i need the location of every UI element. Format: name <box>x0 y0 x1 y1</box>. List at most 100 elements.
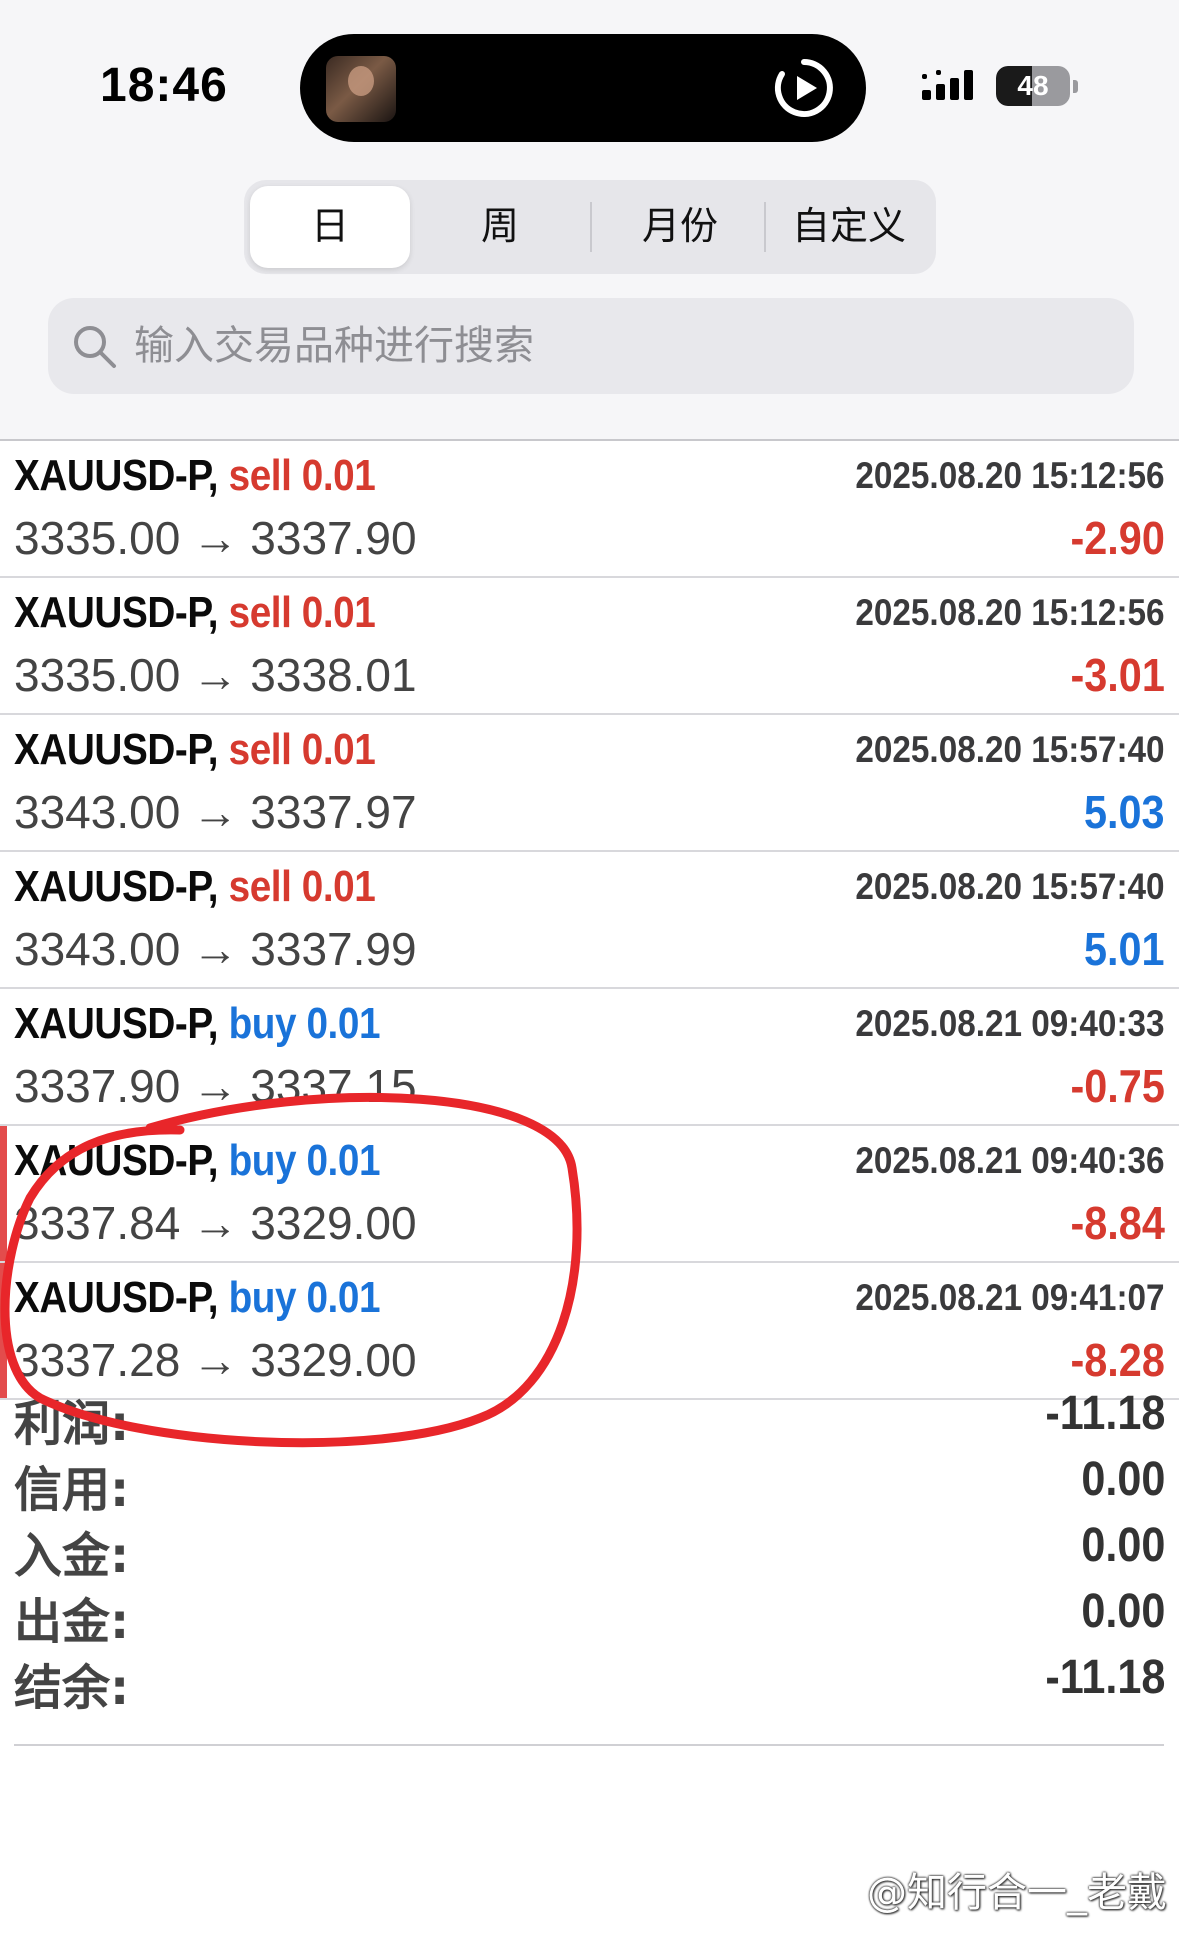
search-bar[interactable] <box>48 298 1134 394</box>
trade-time: 2025.08.20 15:12:56 <box>855 455 1165 496</box>
side-text: sell <box>228 451 292 500</box>
summary-row-balance: 结余: -11.18 <box>0 1644 1179 1716</box>
trade-symbol: XAUUSD-P, sell 0.01 <box>14 725 376 775</box>
trade-prices: 3337.84 → 3329.00 <box>14 1196 417 1250</box>
trade-side: sell 0.01 <box>229 725 376 774</box>
volume-text: 0.01 <box>306 1136 381 1185</box>
side-text: buy <box>228 1273 297 1322</box>
symbol-text: XAUUSD-P, <box>14 451 219 500</box>
trade-profit: -3.01 <box>1070 649 1165 701</box>
credit-label: 信用: <box>14 1462 130 1518</box>
volume-text: 0.01 <box>301 588 376 637</box>
side-text: sell <box>228 725 292 774</box>
trade-time: 2025.08.21 09:40:36 <box>855 1140 1165 1181</box>
battery-icon: 48 <box>996 66 1070 106</box>
trade-prices: 3343.00 → 3337.97 <box>14 785 417 839</box>
trade-profit: -8.28 <box>1070 1334 1165 1386</box>
close-price: 3337.15 <box>250 1060 417 1112</box>
trade-time: 2025.08.21 09:41:07 <box>855 1277 1165 1318</box>
symbol-text: XAUUSD-P, <box>14 862 219 911</box>
trade-side: buy 0.01 <box>228 1273 381 1322</box>
trade-profit: -0.75 <box>1070 1060 1165 1112</box>
media-thumbnail[interactable] <box>326 56 396 122</box>
open-price: 3343.00 <box>14 923 181 975</box>
trade-profit: 5.01 <box>1084 923 1165 975</box>
trade-time: 2025.08.20 15:12:56 <box>855 592 1165 633</box>
trade-row[interactable]: XAUUSD-P, sell 0.01 3335.00 → 3338.01 2025.08… <box>0 578 1179 715</box>
summary-row-withdrawal: 出金: 0.00 <box>0 1578 1179 1650</box>
open-price: 3335.00 <box>14 512 181 564</box>
trade-symbol: XAUUSD-P, buy 0.01 <box>14 1136 380 1186</box>
trade-list: XAUUSD-P, sell 0.01 3335.00 → 3337.90 2025.08… <box>0 441 1179 1400</box>
battery-level: 48 <box>1017 70 1049 101</box>
status-time: 18:46 <box>100 59 228 112</box>
trade-time: 2025.08.21 09:40:33 <box>855 1003 1165 1044</box>
trade-profit: 5.03 <box>1084 786 1165 838</box>
trade-profit: -8.84 <box>1070 1197 1165 1249</box>
close-price: 3329.00 <box>250 1197 417 1249</box>
trade-side: sell 0.01 <box>229 588 376 637</box>
symbol-text: XAUUSD-P, <box>14 1136 219 1185</box>
trade-prices: 3335.00 → 3337.90 <box>14 511 417 565</box>
trade-row[interactable]: XAUUSD-P, sell 0.01 3335.00 → 3337.90 2025.08… <box>0 441 1179 578</box>
close-price: 3337.90 <box>250 512 417 564</box>
trade-symbol: XAUUSD-P, sell 0.01 <box>14 451 376 501</box>
trade-row[interactable]: XAUUSD-P, buy 0.01 3337.90 → 3337.15 2025.08.… <box>0 989 1179 1126</box>
trade-symbol: XAUUSD-P, buy 0.01 <box>14 999 380 1049</box>
open-price: 3337.84 <box>14 1197 181 1249</box>
trade-row[interactable]: XAUUSD-P, sell 0.01 3343.00 → 3337.99 2025.08… <box>0 852 1179 989</box>
trade-side: sell 0.01 <box>229 451 376 500</box>
symbol-text: XAUUSD-P, <box>14 588 219 637</box>
close-price: 3329.00 <box>250 1334 417 1386</box>
tab-week[interactable]: 周 <box>424 180 576 274</box>
close-price: 3337.99 <box>250 923 417 975</box>
summary-divider <box>14 1744 1164 1746</box>
profit-label: 利润: <box>14 1396 130 1452</box>
trade-prices: 3337.28 → 3329.00 <box>14 1333 417 1387</box>
trade-row[interactable]: XAUUSD-P, sell 0.01 3343.00 → 3337.97 2025.08… <box>0 715 1179 852</box>
trade-prices: 3335.00 → 3338.01 <box>14 648 417 702</box>
trade-side: buy 0.01 <box>229 1136 381 1185</box>
summary-row-credit: 信用: 0.00 <box>0 1446 1179 1518</box>
symbol-text: XAUUSD-P, <box>14 725 219 774</box>
side-text: sell <box>228 862 292 911</box>
volume-text: 0.01 <box>301 725 376 774</box>
arrow-icon: → <box>192 649 239 701</box>
volume-text: 0.01 <box>301 862 376 911</box>
summary-section: 利润: -11.18 信用: 0.00 入金: 0.00 出金: 0.00 结余… <box>0 1380 1179 1716</box>
arrow-icon: → <box>192 923 239 975</box>
balance-value: -11.18 <box>1044 1651 1165 1704</box>
tab-month[interactable]: 月份 <box>592 180 768 274</box>
tab-day[interactable]: 日 <box>250 186 410 268</box>
symbol-text: XAUUSD-P, <box>14 999 219 1048</box>
arrow-icon: → <box>192 1060 239 1112</box>
summary-row-deposit: 入金: 0.00 <box>0 1512 1179 1584</box>
withdrawal-value: 0.00 <box>1080 1585 1165 1638</box>
tab-custom[interactable]: 自定义 <box>766 180 932 274</box>
period-tabs: 日 周 月份 自定义 <box>244 180 936 274</box>
trade-side: sell 0.01 <box>229 862 376 911</box>
volume-text: 0.01 <box>306 1273 381 1322</box>
trade-symbol: XAUUSD-P, sell 0.01 <box>14 588 376 638</box>
open-price: 3337.90 <box>14 1060 181 1112</box>
trade-side: buy 0.01 <box>229 999 381 1048</box>
row-marker <box>0 1263 7 1398</box>
open-price: 3335.00 <box>14 649 181 701</box>
trade-profit: -2.90 <box>1070 512 1165 564</box>
credit-value: 0.00 <box>1080 1453 1165 1506</box>
deposit-label: 入金: <box>14 1528 130 1584</box>
trade-prices: 3337.90 → 3337.15 <box>14 1059 417 1113</box>
withdrawal-label: 出金: <box>14 1594 130 1650</box>
deposit-value: 0.00 <box>1080 1519 1165 1572</box>
dynamic-island[interactable] <box>300 34 866 142</box>
search-input[interactable] <box>134 298 1094 394</box>
trade-time: 2025.08.20 15:57:40 <box>855 866 1165 907</box>
summary-row-profit: 利润: -11.18 <box>0 1380 1179 1452</box>
play-icon[interactable] <box>772 56 836 120</box>
watermark: @知行合一_老戴 <box>867 1870 1167 1916</box>
trade-row[interactable]: XAUUSD-P, buy 0.01 3337.84 → 3329.00 2025.08.… <box>0 1126 1179 1263</box>
trade-symbol: XAUUSD-P, sell 0.01 <box>14 862 376 912</box>
battery-nub <box>1073 80 1078 93</box>
arrow-icon: → <box>192 512 239 564</box>
close-price: 3337.97 <box>250 786 417 838</box>
